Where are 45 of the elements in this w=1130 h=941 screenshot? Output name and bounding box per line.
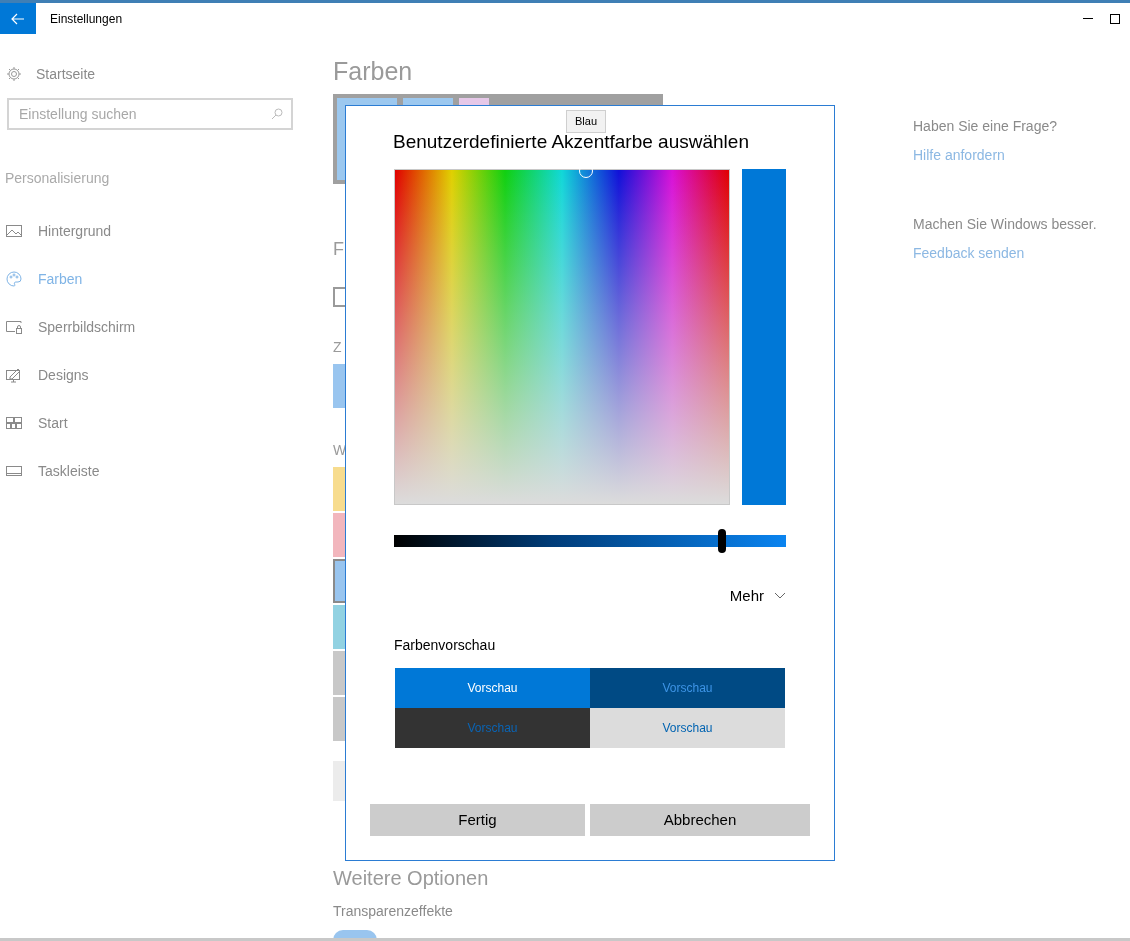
nav-item[interactable]: Designs — [0, 351, 320, 399]
search-field[interactable]: Einstellung suchen — [7, 98, 293, 130]
nav-item[interactable]: Start — [0, 399, 320, 447]
home-link[interactable]: Startseite — [36, 63, 96, 85]
settings-icon — [6, 66, 22, 82]
dialog-title: Benutzerdefinierte Akzentfarbe auswählen — [393, 130, 750, 154]
picture-icon — [6, 223, 22, 239]
section-label: W — [333, 441, 348, 460]
nav-item[interactable]: Taskleiste — [0, 447, 320, 495]
tooltip: Blau — [566, 110, 607, 133]
tiles-icon — [6, 415, 22, 431]
nav-item[interactable]: Hintergrund — [0, 207, 320, 255]
checkbox[interactable] — [333, 287, 345, 307]
nav-item[interactable]: Sperrbildschirm — [0, 303, 320, 351]
preview-tile: Vorschau — [590, 668, 785, 708]
color-spectrum[interactable] — [394, 168, 730, 505]
section-label: F — [333, 238, 345, 261]
nav-item[interactable]: Farben — [0, 255, 320, 303]
lock-screen-icon — [6, 319, 22, 335]
preview-tile: Vorschau — [395, 668, 590, 708]
more-dropdown[interactable]: Mehr — [729, 584, 786, 607]
design-icon — [6, 367, 22, 383]
taskbar-icon — [6, 463, 22, 479]
back-arrow-icon — [11, 12, 25, 25]
feedback-prompt: Machen Sie Windows besser. — [913, 215, 1098, 234]
minimize-icon — [1083, 18, 1093, 19]
done-button[interactable]: Fertig — [370, 804, 585, 836]
chevron-down-icon — [774, 592, 786, 600]
palette-icon — [6, 271, 22, 287]
help-question: Haben Sie eine Frage? — [913, 117, 1058, 136]
feedback-link[interactable]: Feedback senden — [913, 243, 1130, 264]
help-link[interactable]: Hilfe anfordern — [913, 145, 1130, 166]
preview-label: Farbenvorschau — [394, 636, 497, 655]
section-label: Z — [333, 338, 343, 357]
preview-tile: Vorschau — [590, 708, 785, 748]
window-title: Einstellungen — [50, 10, 123, 28]
search-icon — [271, 108, 283, 120]
preview-tile: Vorschau — [395, 708, 590, 748]
slider-thumb[interactable] — [718, 528, 727, 553]
setting-label: Transparenzeffekte — [333, 902, 454, 921]
section-heading: Personalisierung — [5, 169, 111, 188]
cancel-button[interactable]: Abbrechen — [590, 804, 810, 836]
page-title: Farben — [333, 56, 414, 87]
section-heading: Weitere Optionen — [333, 866, 490, 891]
maximize-icon — [1110, 13, 1120, 24]
